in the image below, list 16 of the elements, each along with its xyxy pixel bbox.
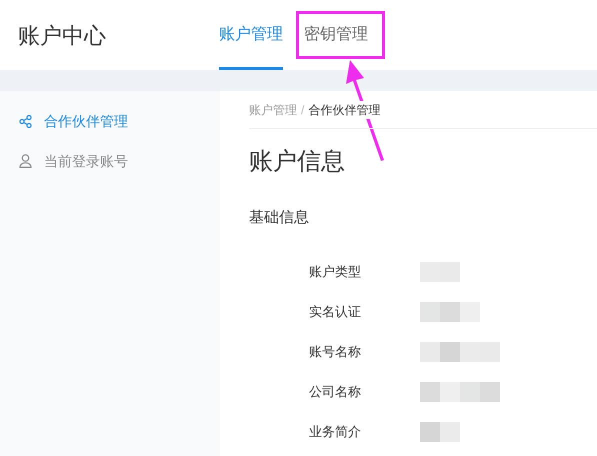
field-label: 账户类型 xyxy=(309,262,362,281)
breadcrumb-separator: / xyxy=(301,102,304,118)
field-label: 业务简介 xyxy=(309,422,362,441)
app-title: 账户中心 xyxy=(18,22,107,50)
field-label: 公司名称 xyxy=(309,382,362,401)
share-icon xyxy=(19,114,32,128)
breadcrumb-item: 合作伙伴管理 xyxy=(308,100,380,118)
field-label: 账号名称 xyxy=(309,342,362,361)
page-title: 账户信息 xyxy=(249,147,346,177)
section-title: 基础信息 xyxy=(249,208,310,228)
tab[interactable]: 密钥管理 xyxy=(304,0,368,70)
breadcrumb-item[interactable]: 账户管理 xyxy=(249,100,297,118)
sidebar-item[interactable]: 合作伙伴管理 xyxy=(0,101,220,141)
user-icon xyxy=(19,154,32,168)
sidebar-item[interactable]: 当前登录账号 xyxy=(0,141,220,181)
field-label: 实名认证 xyxy=(309,302,362,321)
